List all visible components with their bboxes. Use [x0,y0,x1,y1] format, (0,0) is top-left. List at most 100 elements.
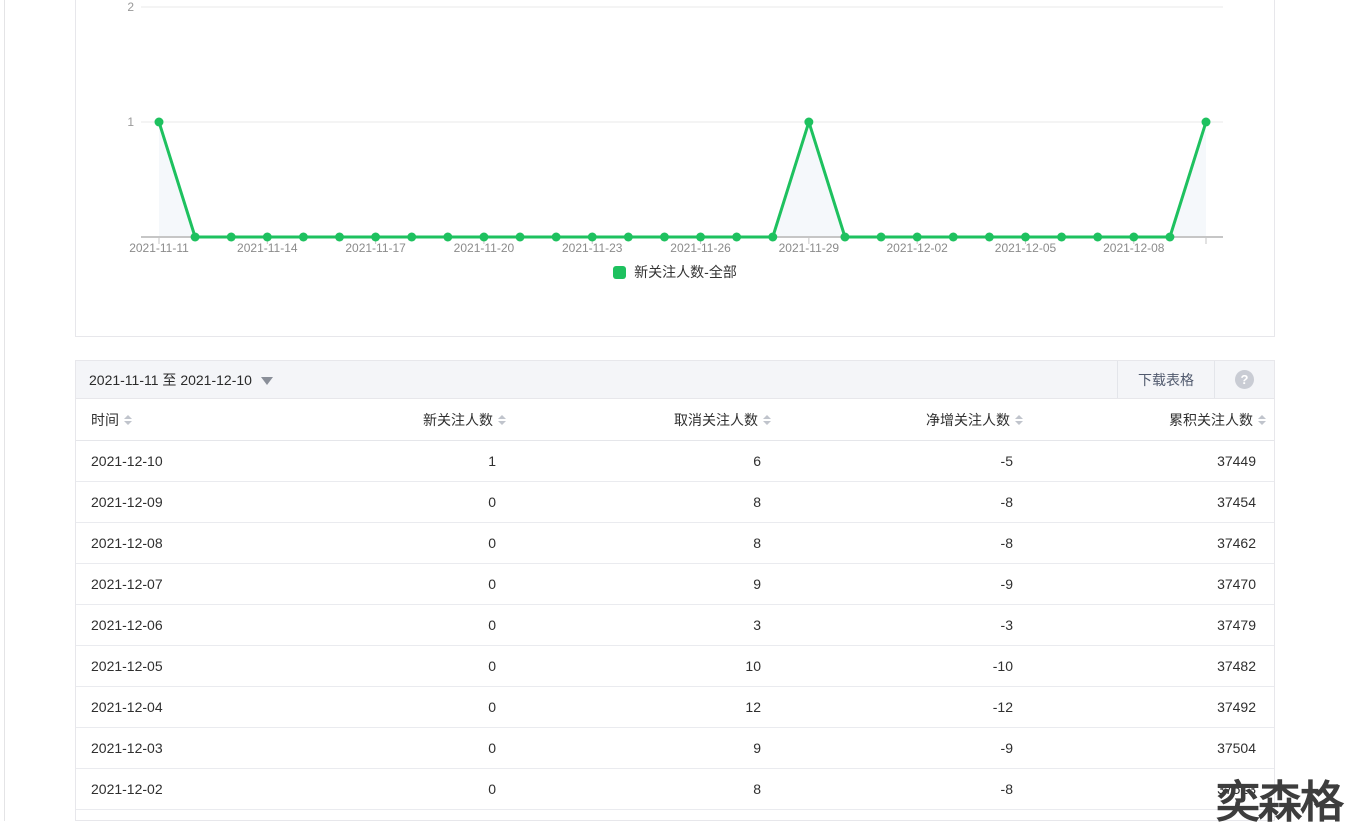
data-point[interactable] [1020,232,1030,242]
chevron-down-icon [260,376,273,385]
data-point[interactable] [1093,232,1103,242]
x-axis-tick-label: 2021-11-23 [562,241,623,255]
cell-date: 2021-12-04 [91,699,163,715]
followers-table-card: 2021-11-11 至 2021-12-10 下载表格 ? 时间 新关注人数 取消… [75,360,1275,821]
cell-value: 0 [488,576,496,592]
data-point[interactable] [1057,232,1067,242]
sort-icon[interactable] [1015,414,1023,425]
watermark-text: 奕森格 [1216,777,1344,827]
y-axis-tick-label: 1 [127,115,134,129]
cell-value: 8 [753,535,761,551]
cell-value: -10 [992,658,1013,674]
cell-date: 2021-12-10 [91,453,163,469]
cell-value: 0 [488,699,496,715]
data-point[interactable] [587,232,597,242]
column-header-time[interactable]: 时间 [76,410,256,430]
column-header-2[interactable]: 取消关注人数 [506,410,771,430]
data-point[interactable] [371,232,381,242]
column-header-1[interactable]: 新关注人数 [256,410,506,430]
cell-value: 37504 [1217,740,1256,756]
cell-value: 0 [488,781,496,797]
data-point[interactable] [623,232,633,242]
y-axis-tick-label: 2 [127,0,134,14]
date-range-selector[interactable]: 2021-11-11 至 2021-12-10 [76,361,273,398]
legend-marker-icon [613,265,627,279]
sort-icon[interactable] [1258,414,1266,425]
cell-value: 37470 [1217,576,1256,592]
cell-value: -8 [1000,535,1013,551]
x-axis-tick-label: 2021-12-02 [886,241,948,255]
data-point[interactable] [407,232,417,242]
chart-legend[interactable]: 新关注人数-全部 [76,262,1274,282]
legend-label: 新关注人数-全部 [634,264,737,280]
cell-value: 0 [488,617,496,633]
column-header-label: 时间 [91,411,119,428]
data-point[interactable] [443,232,453,242]
column-header-3[interactable]: 净增关注人数 [771,410,1023,430]
data-point[interactable] [262,232,272,242]
data-point[interactable] [515,232,525,242]
x-axis-tick-label: 2021-11-11 [129,241,189,255]
cell-value: -5 [1000,453,1013,469]
data-point[interactable] [154,117,164,127]
toolbar-actions: 下载表格 ? [1117,361,1274,398]
x-axis-tick-label: 2021-12-05 [995,241,1057,255]
cell-date: 2021-12-06 [91,617,163,633]
x-axis-tick-label: 2021-11-20 [454,241,515,255]
cell-date: 2021-12-07 [91,576,163,592]
x-axis-tick-label: 2021-11-17 [345,241,406,255]
sort-icon[interactable] [498,414,506,425]
cell-date: 2021-12-09 [91,494,163,510]
cell-value: 6 [753,453,761,469]
data-point[interactable] [335,232,345,242]
help-icon: ? [1235,370,1254,389]
cell-value: 37492 [1217,699,1256,715]
table-header-row: 时间 新关注人数 取消关注人数 净增关注人数 累积关注人数 [76,399,1274,441]
cell-value: 8 [753,781,761,797]
sort-icon[interactable] [763,414,771,425]
download-table-button[interactable]: 下载表格 [1117,361,1215,398]
cell-date: 2021-12-08 [91,535,163,551]
table-row: 2021-12-07 0 9 -9 37470 [76,564,1274,605]
data-point[interactable] [948,232,958,242]
cell-date: 2021-12-02 [91,781,163,797]
cell-value: -12 [992,699,1013,715]
data-point[interactable] [1201,117,1211,127]
cell-value: 0 [488,535,496,551]
cell-value: 3 [753,617,761,633]
table-row: 2021-12-04 0 12 -12 37492 [76,687,1274,728]
data-point[interactable] [804,117,814,127]
cell-value: -3 [1000,617,1013,633]
column-header-4[interactable]: 累积关注人数 [1023,410,1274,430]
cell-value: 37449 [1217,453,1256,469]
sort-icon[interactable] [124,414,132,425]
data-point[interactable] [226,232,236,242]
data-point[interactable] [840,232,850,242]
table-body: 2021-12-10 1 6 -5 37449 2021-12-09 0 8 -8 37454 20… [76,441,1274,810]
data-point[interactable] [732,232,742,242]
data-point[interactable] [190,232,200,242]
cell-value: 37479 [1217,617,1256,633]
help-button[interactable]: ? [1215,361,1274,398]
data-point[interactable] [551,232,561,242]
data-point[interactable] [768,232,778,242]
x-axis-tick-label: 2021-11-29 [779,241,840,255]
data-point[interactable] [984,232,994,242]
data-point[interactable] [479,232,489,242]
cell-value: 9 [753,576,761,592]
data-point[interactable] [298,232,308,242]
page-edge-divider [4,0,5,821]
cell-value: -8 [1000,781,1013,797]
data-point[interactable] [659,232,669,242]
data-point[interactable] [1165,232,1175,242]
data-point[interactable] [912,232,922,242]
cell-value: 12 [745,699,761,715]
table-row: 2021-12-08 0 8 -8 37462 [76,523,1274,564]
data-point[interactable] [696,232,706,242]
column-header-label: 净增关注人数 [926,411,1010,428]
followers-line-chart: 1 2 2021-11-11 2021-11-14 2021-11-17 2021-11-… [127,0,1223,255]
table-row: 2021-12-10 1 6 -5 37449 [76,441,1274,482]
cell-value: 37462 [1217,535,1256,551]
data-point[interactable] [876,232,886,242]
data-point[interactable] [1129,232,1139,242]
